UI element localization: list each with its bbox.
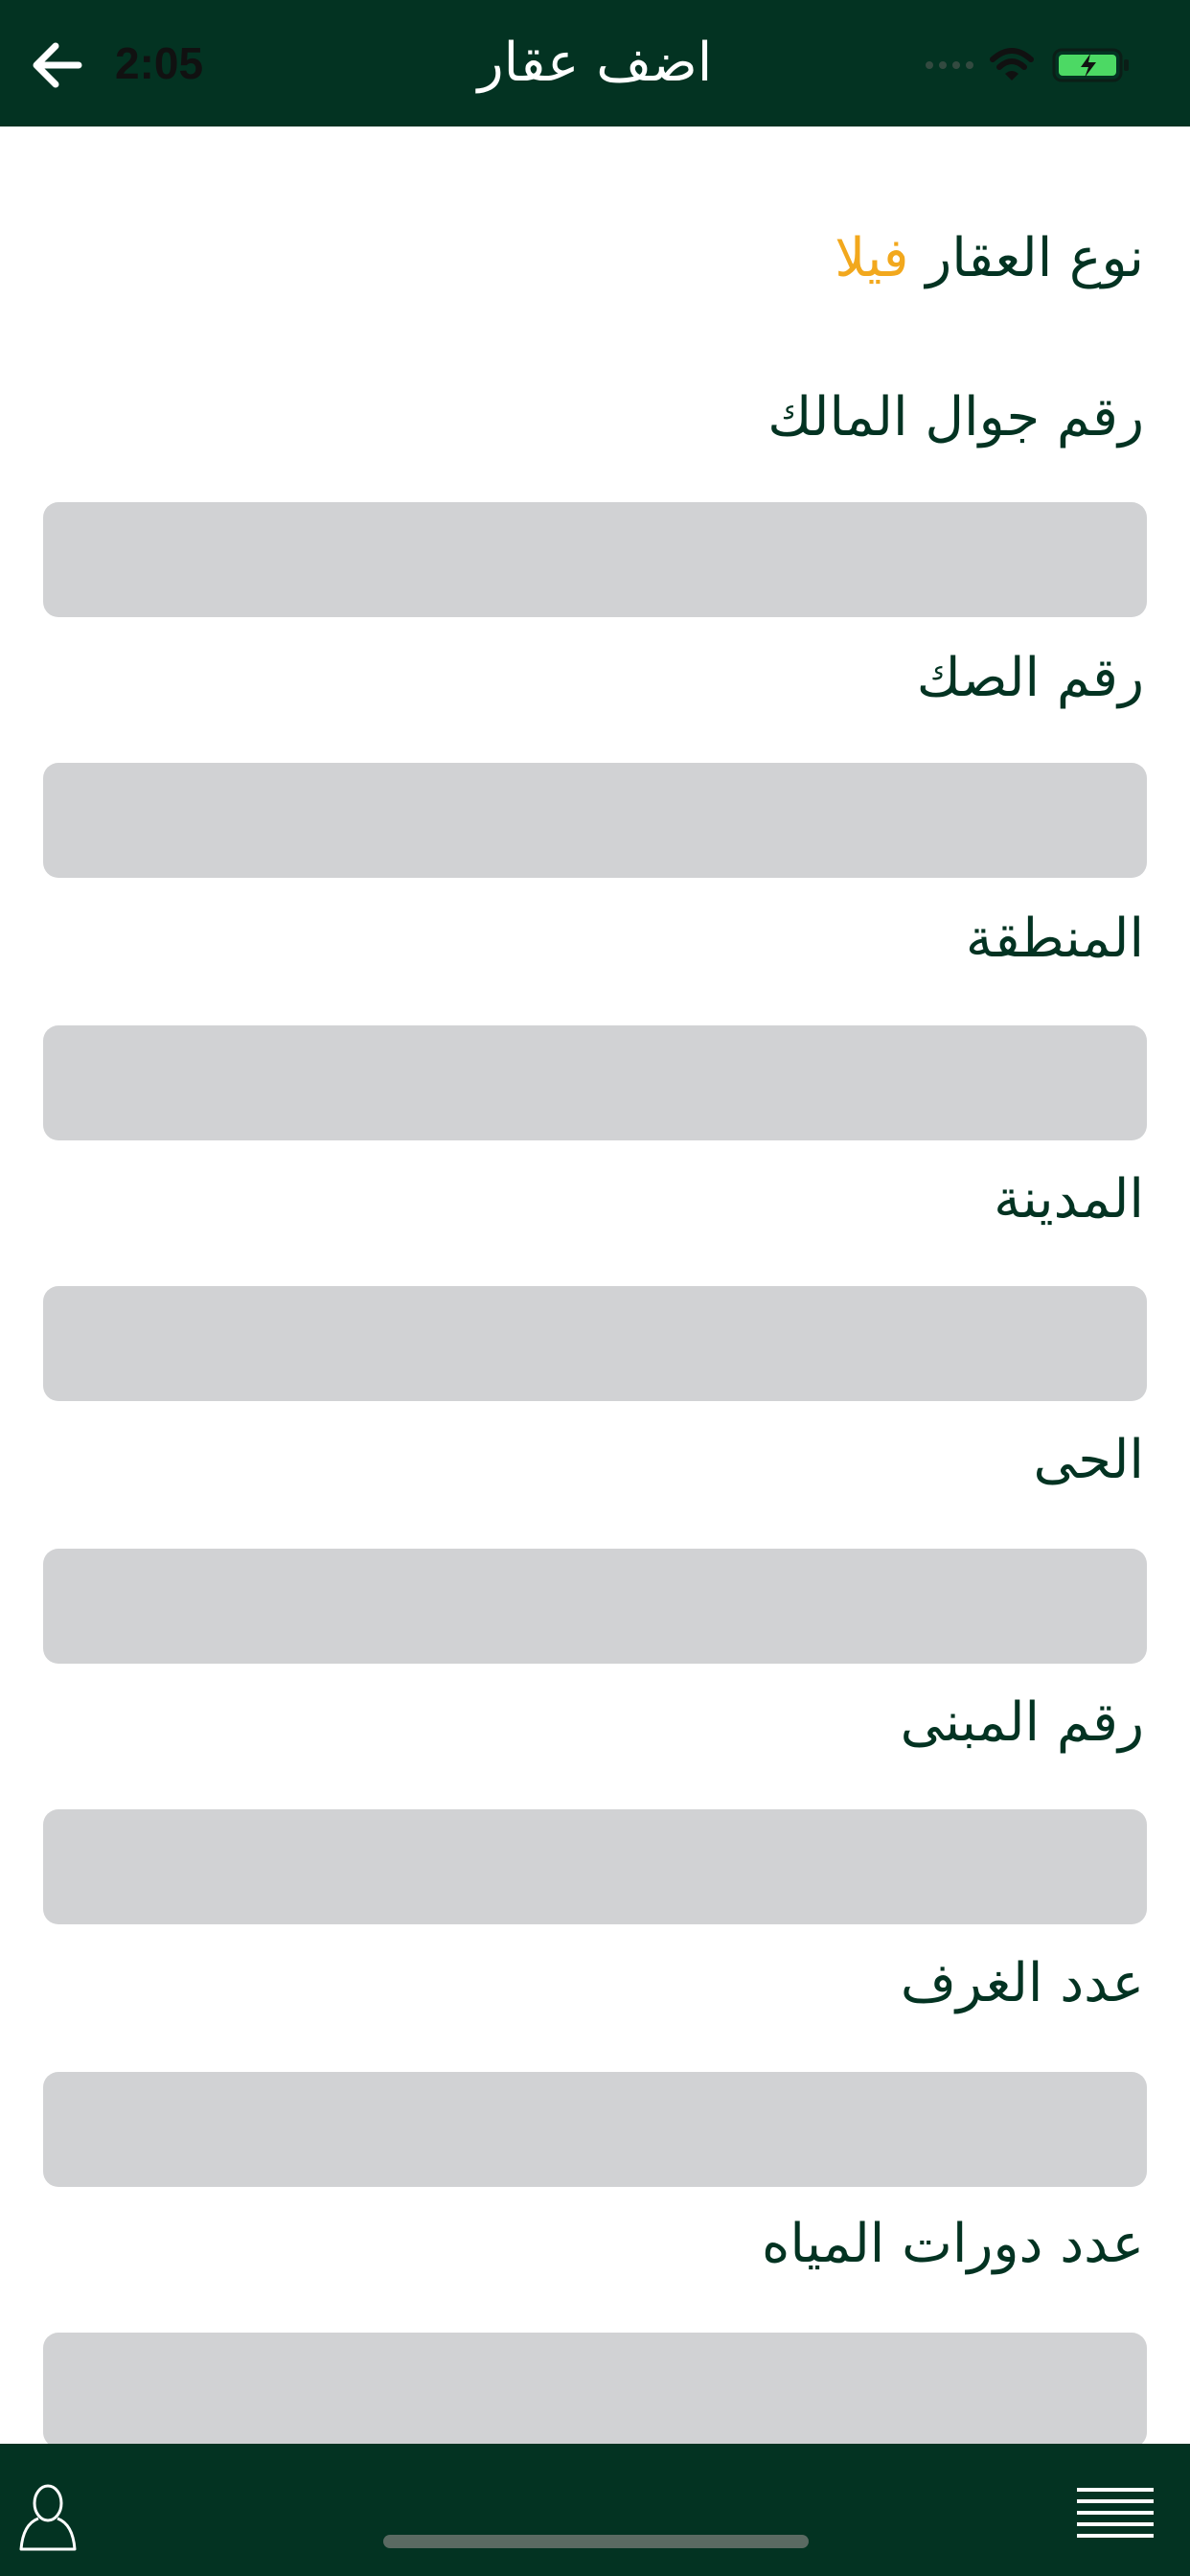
- bottom-bar: [0, 2444, 1190, 2576]
- deed-number-label: رقم الصك: [916, 647, 1144, 709]
- home-indicator[interactable]: [383, 2535, 809, 2548]
- property-type-row[interactable]: نوع العقار فيلا: [835, 222, 1144, 295]
- top-bar: 2:05 اضف عقار: [0, 0, 1190, 126]
- building-number-input[interactable]: [43, 1809, 1147, 1924]
- city-input[interactable]: [43, 1286, 1147, 1401]
- screen: 2:05 اضف عقار نوع العقار فيلا رقم جوال ا…: [0, 0, 1190, 2576]
- building-number-label: رقم المبنى: [900, 1691, 1144, 1754]
- cellular-signal-icon: [926, 61, 973, 69]
- profile-button[interactable]: [17, 2480, 79, 2553]
- rooms-count-label: عدد الغرف: [900, 1952, 1144, 2014]
- battery-charging-icon: [1052, 48, 1129, 82]
- deed-number-input[interactable]: [43, 763, 1147, 878]
- district-input[interactable]: [43, 1549, 1147, 1664]
- bathrooms-count-label: عدد دورات المياه: [762, 2213, 1144, 2275]
- status-icons: [926, 42, 1131, 88]
- region-label: المنطقة: [965, 908, 1144, 970]
- user-icon: [19, 2484, 77, 2551]
- wifi-icon: [990, 48, 1034, 80]
- region-input[interactable]: [43, 1025, 1147, 1140]
- menu-lines-icon: [1077, 2488, 1154, 2538]
- menu-button[interactable]: [1075, 2484, 1156, 2542]
- owner-mobile-label: رقم جوال المالك: [767, 386, 1144, 448]
- owner-mobile-input[interactable]: [43, 502, 1147, 617]
- city-label: المدينة: [994, 1168, 1144, 1230]
- property-type-label: نوع العقار: [926, 227, 1144, 289]
- district-label: الحى: [1033, 1429, 1144, 1491]
- rooms-count-input[interactable]: [43, 2072, 1147, 2187]
- property-type-value: فيلا: [835, 227, 909, 289]
- bathrooms-count-input[interactable]: [43, 2333, 1147, 2448]
